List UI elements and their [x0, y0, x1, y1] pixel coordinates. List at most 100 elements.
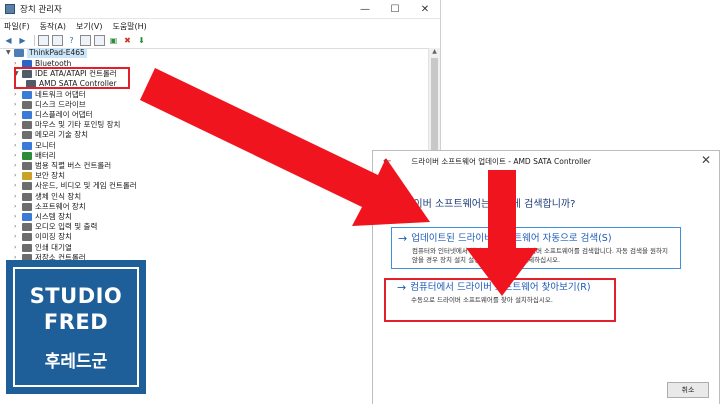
tree-category-item[interactable]: › 디스플레이 어댑터	[14, 110, 93, 120]
tree-root[interactable]: ▼ ThinkPad-E465	[6, 48, 87, 58]
tree-item-label: 보안 장치	[35, 171, 65, 181]
device-category-icon	[22, 90, 32, 99]
menu-file[interactable]: 파일(F)	[4, 21, 30, 32]
device-category-icon	[22, 213, 32, 221]
device-category-icon	[22, 111, 32, 119]
device-category-icon	[22, 162, 32, 170]
menu-bar: 파일(F) 동작(A) 보기(V) 도움말(H)	[0, 19, 440, 33]
dialog-title: 드라이버 소프트웨어 업데이트 - AMD SATA Controller	[411, 156, 591, 166]
tree-category-item[interactable]: › 이미징 장치	[14, 232, 72, 242]
expand-chevron-icon[interactable]: ›	[14, 232, 22, 242]
tree-category-item[interactable]: › 모니터	[14, 141, 56, 151]
tree-item-label: 범용 직렬 버스 컨트롤러	[35, 161, 112, 170]
logo-line-fred: FRED	[43, 309, 109, 334]
tree-category-item[interactable]: › 범용 직렬 버스 컨트롤러	[14, 161, 111, 171]
tree-category-item[interactable]: › 메모리 기술 장치	[14, 130, 88, 140]
back-icon[interactable]: ◀	[3, 35, 14, 46]
view-icon[interactable]	[80, 35, 91, 46]
expand-chevron-icon[interactable]: ›	[14, 151, 22, 161]
device-category-icon	[22, 243, 32, 252]
expand-chevron-icon[interactable]: ›	[14, 110, 22, 120]
forward-icon[interactable]: ▶	[17, 35, 28, 46]
expand-chevron-icon[interactable]: ›	[14, 192, 22, 202]
expand-chevron-icon[interactable]: ›	[14, 141, 22, 151]
tree-category-item[interactable]: › 보안 장치	[14, 171, 65, 181]
expand-chevron-icon[interactable]: ›	[14, 130, 22, 140]
scan-hardware-icon[interactable]: ▣	[108, 35, 119, 46]
close-button[interactable]: ✕	[410, 0, 440, 18]
expand-chevron-icon[interactable]: ›	[14, 171, 22, 181]
title-bar: 장치 관리자 — ☐ ✕	[0, 0, 440, 19]
ide-highlight-box	[14, 67, 130, 89]
menu-help[interactable]: 도움말(H)	[112, 21, 146, 32]
cancel-button[interactable]: 취소	[667, 382, 709, 398]
expand-chevron-icon[interactable]: ›	[14, 100, 22, 110]
expand-chevron-icon[interactable]: ›	[14, 202, 22, 212]
expand-chevron-icon[interactable]: ›	[14, 161, 22, 171]
tree-category-item[interactable]: › 오디오 입력 및 출력	[14, 222, 97, 232]
tree-item-label: 메모리 기술 장치	[35, 130, 89, 140]
tree-category-item[interactable]: › 네트워크 어댑터	[14, 90, 86, 100]
device-category-icon	[22, 100, 32, 109]
back-arrow-icon[interactable]: ←	[383, 156, 391, 167]
tree-category-item[interactable]: › 마우스 및 기타 포인팅 장치	[14, 120, 120, 130]
tree-item-label: 생체 인식 장치	[35, 191, 82, 201]
browse-highlight-box	[384, 278, 616, 322]
window-title: 장치 관리자	[20, 5, 62, 15]
tree-category-item[interactable]: › 사운드, 비디오 및 게임 컨트롤러	[14, 181, 137, 191]
device-manager-icon	[5, 4, 15, 14]
maximize-button[interactable]: ☐	[380, 0, 410, 18]
show-hidden-icon[interactable]	[52, 35, 63, 46]
tree-item-label: 모니터	[35, 140, 56, 150]
expand-chevron-icon[interactable]: ›	[14, 222, 22, 232]
toolbar: ◀ ▶ ? ▣ ✖ ⬇	[0, 33, 440, 49]
auto-search-option[interactable]: → 업데이트된 드라이버 소프트웨어 자동으로 검색(S) 컴퓨터와 인터넷에서…	[391, 227, 681, 269]
tree-item-label: 디스크 드라이브	[35, 99, 86, 109]
root-label: ThinkPad-E465	[27, 48, 87, 58]
tree-item-label: 소프트웨어 장치	[35, 201, 86, 211]
device-category-icon	[22, 121, 32, 130]
tree-category-item[interactable]: › 디스크 드라이브	[14, 100, 86, 110]
logo-frame: STUDIO FRED 후레드군	[13, 267, 139, 387]
menu-action[interactable]: 동작(A)	[40, 21, 66, 32]
computer-icon	[14, 49, 24, 57]
menu-view[interactable]: 보기(V)	[76, 21, 102, 32]
expand-chevron-icon[interactable]: ›	[14, 181, 22, 191]
device-category-icon	[22, 223, 32, 232]
expand-chevron-icon[interactable]: ›	[14, 90, 22, 100]
scroll-up-icon[interactable]: ▲	[429, 48, 440, 57]
help-icon[interactable]: ?	[66, 35, 77, 46]
auto-search-heading: 업데이트된 드라이버 소프트웨어 자동으로 검색(S)	[411, 233, 612, 244]
tree-category-item[interactable]: › 시스템 장치	[14, 212, 72, 222]
device-category-icon	[22, 141, 32, 150]
dialog-close-button[interactable]: ✕	[701, 153, 711, 167]
studio-fred-logo: STUDIO FRED 후레드군	[6, 260, 146, 394]
tree-item-label: 이미징 장치	[35, 232, 72, 242]
properties-icon[interactable]	[38, 35, 49, 46]
uninstall-icon[interactable]: ✖	[122, 35, 133, 46]
option-arrow-icon: →	[398, 232, 408, 245]
minimize-button[interactable]: —	[350, 0, 380, 18]
collapse-chevron-icon[interactable]: ▼	[6, 48, 14, 58]
device-category-icon	[22, 233, 32, 242]
toolbar-separator	[34, 35, 35, 46]
tree-item-label: 오디오 입력 및 출력	[35, 222, 98, 232]
tree-category-item[interactable]: › 인쇄 대기열	[14, 243, 72, 253]
update-driver-icon[interactable]	[94, 35, 105, 46]
tree-category-item[interactable]: › 배터리	[14, 151, 56, 161]
device-category-icon	[22, 182, 32, 191]
dialog-question: 드라이버 소프트웨어는 어떻게 검색합니까?	[395, 199, 576, 210]
device-category-icon	[22, 151, 32, 160]
tree-category-item[interactable]: › 소프트웨어 장치	[14, 202, 86, 212]
tree-category-item[interactable]: › 생체 인식 장치	[14, 192, 81, 202]
expand-chevron-icon[interactable]: ›	[14, 243, 22, 253]
enable-device-icon[interactable]: ⬇	[136, 35, 147, 46]
tree-item-label: 인쇄 대기열	[35, 242, 72, 252]
logo-line-korean: 후레드군	[44, 351, 108, 372]
expand-chevron-icon[interactable]: ›	[14, 212, 22, 222]
tree-item-label: 디스플레이 어댑터	[35, 110, 93, 119]
logo-line-studio: STUDIO	[29, 283, 123, 308]
device-category-icon	[22, 192, 32, 201]
expand-chevron-icon[interactable]: ›	[14, 120, 22, 130]
tree-item-label: 배터리	[35, 150, 56, 160]
